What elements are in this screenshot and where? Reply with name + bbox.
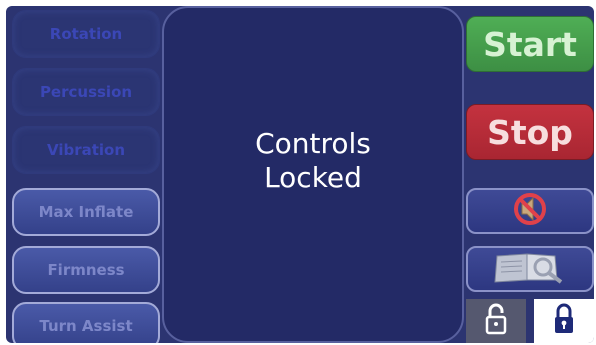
unlock-button[interactable] xyxy=(466,299,526,343)
turn-assist-button[interactable]: Turn Assist xyxy=(12,302,160,343)
max-inflate-button[interactable]: Max Inflate xyxy=(12,188,160,236)
locked-line-2: Locked xyxy=(264,160,362,194)
vibration-button[interactable]: Vibration xyxy=(12,126,160,174)
start-label: Start xyxy=(483,24,577,64)
start-button[interactable]: Start xyxy=(466,16,594,72)
lock-button[interactable] xyxy=(534,299,594,343)
firmness-label: Firmness xyxy=(47,261,125,279)
vibration-label: Vibration xyxy=(46,141,126,159)
locked-message: Controls Locked xyxy=(233,127,393,193)
no-sound-icon xyxy=(508,191,552,231)
lock-icon xyxy=(551,302,577,340)
stop-button[interactable]: Stop xyxy=(466,104,594,160)
max-inflate-label: Max Inflate xyxy=(38,203,134,221)
unlock-icon xyxy=(483,302,509,340)
locked-overlay: Controls Locked xyxy=(162,6,464,343)
firmness-button[interactable]: Firmness xyxy=(12,246,160,294)
manual-search-icon xyxy=(491,248,569,290)
locked-line-1: Controls xyxy=(255,127,371,161)
mute-alarm-button[interactable] xyxy=(466,188,594,234)
percussion-button[interactable]: Percussion xyxy=(12,68,160,116)
rotation-label: Rotation xyxy=(49,25,123,43)
turn-assist-label: Turn Assist xyxy=(39,317,133,335)
control-screen: Rotation Percussion Vibration Max Inflat… xyxy=(6,6,594,343)
percussion-label: Percussion xyxy=(39,83,133,101)
rotation-button[interactable]: Rotation xyxy=(12,10,160,58)
stop-label: Stop xyxy=(487,112,573,152)
manual-button[interactable] xyxy=(466,246,594,292)
